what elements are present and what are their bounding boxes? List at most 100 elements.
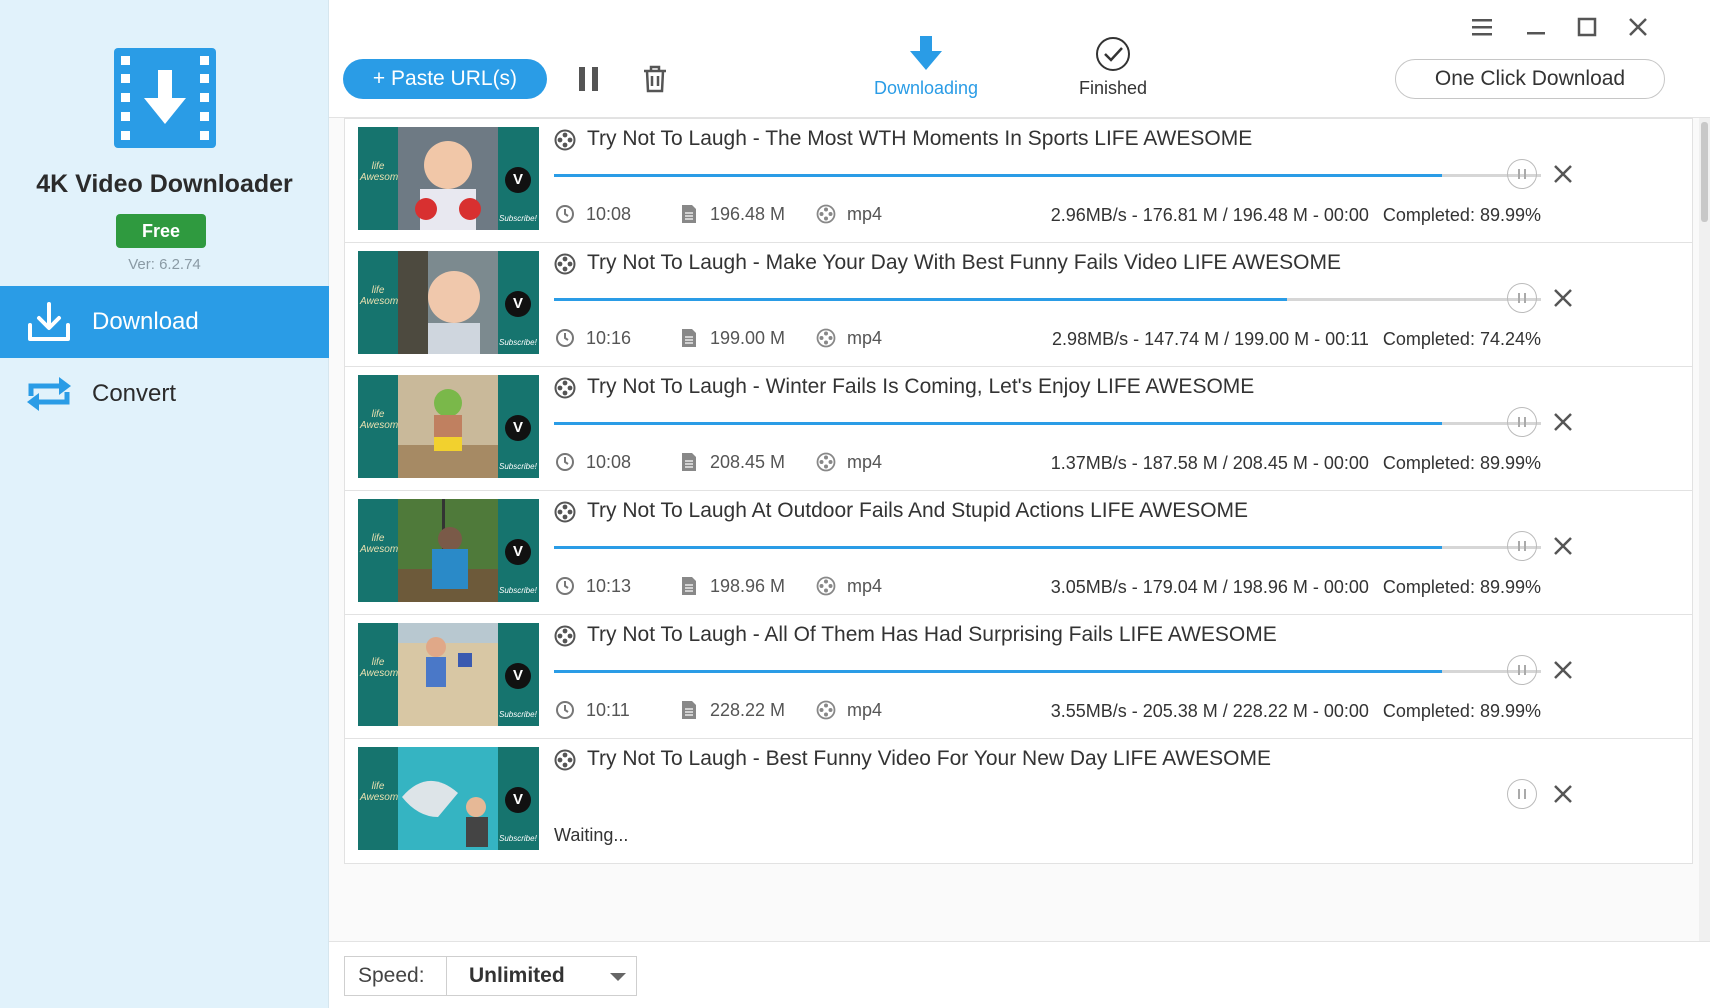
- maximize-icon[interactable]: [1572, 12, 1602, 42]
- tab-downloading[interactable]: Downloading: [851, 32, 1001, 99]
- sidebar: 4K Video Downloader Free Ver: 6.2.74 Dow…: [0, 0, 329, 1008]
- file-size: 199.00 M: [678, 327, 785, 349]
- chevron-down-icon: [610, 973, 626, 981]
- format-icon: [815, 575, 837, 597]
- clock-icon: [554, 327, 576, 349]
- pause-icon[interactable]: [573, 62, 605, 96]
- pause-bar: [1524, 417, 1526, 427]
- speed-info: 3.05MB/s - 179.04 M / 198.96 M - 00:00: [1051, 577, 1369, 597]
- row-remove-button[interactable]: [1548, 779, 1578, 809]
- row-pause-button[interactable]: [1507, 407, 1537, 437]
- vine-logo: V: [505, 663, 531, 689]
- clock-icon: [554, 203, 576, 225]
- thumbnail-image: [398, 747, 498, 850]
- video-thumbnail: life AwesomeVSubscribe!: [358, 251, 539, 354]
- film-reel-icon: [554, 377, 576, 399]
- film-reel-icon: [554, 501, 576, 523]
- format-icon: [815, 203, 837, 225]
- progress-bar: [554, 546, 1541, 549]
- thumbnail-image: [398, 127, 498, 230]
- download-status: 2.96MB/s - 176.81 M / 196.48 M - 00:00Co…: [1051, 205, 1541, 226]
- pause-bar: [1518, 293, 1520, 303]
- scrollbar-thumb[interactable]: [1701, 122, 1708, 222]
- row-pause-button[interactable]: [1507, 531, 1537, 561]
- download-row[interactable]: life AwesomeVSubscribe! Try Not To Laugh …: [344, 242, 1693, 368]
- row-pause-button[interactable]: [1507, 779, 1537, 809]
- download-row[interactable]: life AwesomeVSubscribe!Try Not To Laugh …: [344, 490, 1693, 616]
- paste-url-button[interactable]: + Paste URL(s): [343, 59, 547, 99]
- row-remove-button[interactable]: [1548, 159, 1578, 189]
- thumbnail-image: [398, 623, 498, 726]
- file-icon: [678, 327, 700, 349]
- pause-bar: [1518, 789, 1520, 799]
- download-row[interactable]: life AwesomeVSubscribe!Try Not To Laugh …: [344, 614, 1693, 740]
- video-thumbnail: life AwesomeVSubscribe!: [358, 623, 539, 726]
- free-badge: Free: [116, 214, 206, 248]
- sidebar-item-download[interactable]: Download: [0, 286, 329, 358]
- sidebar-item-convert[interactable]: Convert: [0, 358, 329, 430]
- file-format-value: mp4: [847, 452, 882, 473]
- pause-bar: [1524, 541, 1526, 551]
- clock-icon: [554, 575, 576, 597]
- row-pause-button[interactable]: [1507, 655, 1537, 685]
- row-remove-button[interactable]: [1548, 655, 1578, 685]
- file-size-value: 198.96 M: [710, 576, 785, 597]
- download-title: Try Not To Laugh - The Most WTH Moments …: [587, 127, 1252, 151]
- download-status: 3.55MB/s - 205.38 M / 228.22 M - 00:00Co…: [1051, 701, 1541, 722]
- download-row[interactable]: life AwesomeVSubscribe!Try Not To Laugh …: [344, 366, 1693, 492]
- progress-bar: [554, 298, 1541, 301]
- close-icon[interactable]: [1623, 12, 1653, 42]
- speed-label: Speed:: [345, 957, 447, 995]
- thumbnail-image: [398, 251, 498, 354]
- speed-selector[interactable]: Speed: Unlimited: [344, 956, 637, 996]
- close-icon: [1553, 660, 1573, 680]
- download-title: Try Not To Laugh - All Of Them Has Had S…: [587, 623, 1277, 647]
- row-remove-button[interactable]: [1548, 407, 1578, 437]
- file-format: mp4: [815, 699, 882, 721]
- row-remove-button[interactable]: [1548, 283, 1578, 313]
- download-title: Try Not To Laugh - Make Your Day With Be…: [587, 251, 1341, 275]
- thumbnail-subscribe-text: Subscribe!: [499, 710, 537, 719]
- menu-icon[interactable]: [1467, 12, 1497, 42]
- check-circle-icon: [1038, 32, 1188, 72]
- speed-info: 2.98MB/s - 147.74 M / 199.00 M - 00:11: [1052, 329, 1369, 349]
- toolbar: + Paste URL(s) Downloading Finished One …: [329, 0, 1710, 118]
- download-row[interactable]: life AwesomeVSubscribe!Try Not To Laugh …: [344, 738, 1693, 864]
- row-pause-button[interactable]: [1507, 159, 1537, 189]
- duration: 10:13: [554, 575, 631, 597]
- film-reel-icon: [554, 129, 576, 151]
- trash-icon[interactable]: [639, 62, 671, 96]
- tab-finished[interactable]: Finished: [1038, 32, 1188, 99]
- version-label: Ver: 6.2.74: [0, 256, 329, 273]
- one-click-download-button[interactable]: One Click Download: [1395, 59, 1665, 99]
- completed-percent: Completed: 89.99%: [1383, 577, 1541, 597]
- completed-percent: Completed: 89.99%: [1383, 453, 1541, 473]
- row-pause-button[interactable]: [1507, 283, 1537, 313]
- video-thumbnail: life AwesomeVSubscribe!: [358, 127, 539, 230]
- pause-bar: [1518, 541, 1520, 551]
- file-size-value: 199.00 M: [710, 328, 785, 349]
- progress-fill: [554, 670, 1442, 673]
- file-format-value: mp4: [847, 700, 882, 721]
- close-icon: [1553, 288, 1573, 308]
- file-size: 198.96 M: [678, 575, 785, 597]
- vine-logo: V: [505, 291, 531, 317]
- download-title: Try Not To Laugh At Outdoor Fails And St…: [587, 499, 1248, 523]
- file-format-value: mp4: [847, 204, 882, 225]
- progress-fill: [554, 298, 1287, 301]
- minimize-icon[interactable]: [1521, 12, 1551, 42]
- progress-fill: [554, 546, 1442, 549]
- file-icon: [678, 203, 700, 225]
- duration: 10:08: [554, 451, 631, 473]
- speed-dropdown[interactable]: Unlimited: [447, 957, 636, 995]
- pause-bar: [1518, 417, 1520, 427]
- clock-icon: [554, 699, 576, 721]
- vine-logo: V: [505, 787, 531, 813]
- duration-value: 10:16: [586, 328, 631, 349]
- vine-logo: V: [505, 539, 531, 565]
- duration: 10:08: [554, 203, 631, 225]
- row-remove-button[interactable]: [1548, 531, 1578, 561]
- scrollbar-track[interactable]: [1699, 118, 1710, 941]
- download-row[interactable]: life AwesomeVSubscribe! Try Not To Laugh …: [344, 118, 1693, 244]
- completed-percent: Completed: 89.99%: [1383, 205, 1541, 225]
